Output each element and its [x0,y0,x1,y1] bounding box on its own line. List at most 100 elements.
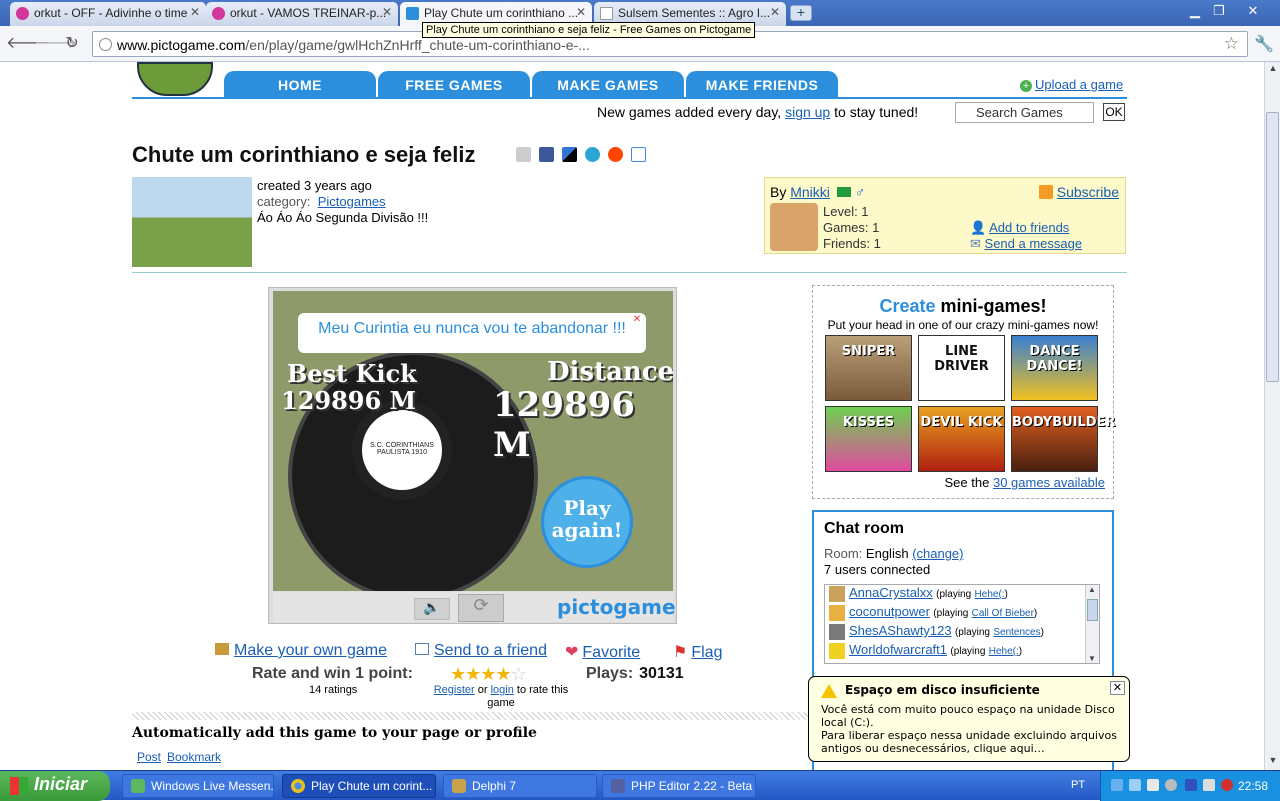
playing-game-link[interactable]: Sentences [993,627,1040,638]
reddit-icon[interactable] [608,147,623,162]
replay-icon[interactable]: ⟳ [458,594,504,622]
playing-game-link[interactable]: Call Of Bieber [972,608,1034,619]
tray-connection-icon[interactable] [1203,779,1215,791]
playing-game-link[interactable]: Hehe(: [975,589,1005,600]
reload-icon[interactable]: ↻ [62,34,82,54]
new-tab-button[interactable]: + [790,5,812,21]
minigame-kisses[interactable]: KISSES [825,406,912,472]
flag-action[interactable]: ⚑ Flag [673,642,722,662]
facebook-icon[interactable] [539,147,554,162]
login-link[interactable]: login [491,684,514,696]
scroll-up-icon[interactable]: ▲ [1267,63,1279,77]
author-avatar[interactable] [770,203,818,251]
post-link[interactable]: Post [137,750,161,764]
send-to-friend-link[interactable]: Send to a friend [434,642,547,659]
register-link[interactable]: Register [434,684,475,696]
close-icon[interactable]: ✕ [1110,681,1125,695]
user-avatar[interactable] [829,623,845,640]
user-link[interactable]: ShesAShawty123 [849,623,952,638]
chat-scroll-thumb[interactable] [1087,599,1098,621]
star-icon[interactable]: ★ [450,664,466,684]
search-ok-button[interactable]: OK [1103,103,1125,121]
close-tab-icon[interactable]: ✕ [576,5,586,19]
forward-icon[interactable]: 🡒 [34,34,77,54]
low-disk-notification[interactable]: Espaço em disco insuficiente ✕ Você está… [808,676,1130,762]
nav-free-games[interactable]: FREE GAMES [378,71,530,98]
scroll-down-icon[interactable]: ▼ [1267,755,1279,769]
star-empty-icon[interactable]: ☆ [511,664,527,684]
favorite-link[interactable]: Favorite [582,644,640,661]
chat-scrollbar[interactable]: ▲ ▼ [1085,585,1099,663]
stumbleupon-icon[interactable] [585,147,600,162]
close-tab-icon[interactable]: ✕ [190,5,200,19]
game-canvas[interactable]: S.C. CORINTHIANS PAULISTA 1910 Meu Curin… [273,291,673,591]
page-scroll-thumb[interactable] [1266,112,1279,382]
close-tab-icon[interactable]: ✕ [770,5,780,19]
make-own-game-link[interactable]: Make your own game [234,642,387,659]
star-icon[interactable]: ★ [495,664,511,684]
user-link[interactable]: Worldofwarcraft1 [849,642,947,657]
game-thumbnail[interactable] [132,177,252,267]
favorite-action[interactable]: ❤ Favorite [565,642,640,662]
close-window-icon[interactable]: ✕ [1242,2,1264,20]
pictogame-mascot-logo[interactable] [137,62,213,96]
user-avatar[interactable] [829,604,845,621]
clock[interactable]: 22:58 [1238,779,1268,793]
tray-app-icon[interactable] [1129,779,1141,791]
close-tab-icon[interactable]: ✕ [382,5,392,19]
language-indicator[interactable]: PT [1071,779,1085,791]
minigame-sniper[interactable]: SNIPER [825,335,912,401]
author-link[interactable]: Mnikki [790,184,830,200]
playing-game-link[interactable]: Hehe(: [989,646,1019,657]
user-link[interactable]: AnnaCrystalxx [849,585,933,600]
restore-icon[interactable]: ❐ [1208,2,1230,20]
minimize-icon[interactable]: ▁ [1184,2,1206,20]
sign-up-link[interactable]: sign up [785,104,830,120]
minigame-devil-kick[interactable]: DEVIL KICK [918,406,1005,472]
tray-monitor-icon[interactable] [1147,779,1159,791]
browser-tab-orkut-2[interactable]: orkut - VAMOS TREINAR-p... ✕ [206,2,398,26]
nav-make-games[interactable]: MAKE GAMES [532,71,684,98]
network-icon[interactable] [1111,779,1123,791]
send-message-link[interactable]: Send a message [985,236,1083,251]
delicious-icon[interactable] [516,147,531,162]
start-button[interactable]: Iniciar [0,771,110,801]
star-rating[interactable]: ★★★★☆ [450,664,527,685]
user-avatar[interactable] [829,585,845,602]
minigame-dance-dance[interactable]: DANCE DANCE! [1011,335,1098,401]
minigame-line-driver[interactable]: LINE DRIVER [918,335,1005,401]
upload-link[interactable]: + Upload a game [1020,77,1123,92]
wrench-icon[interactable]: 🔧 [1254,34,1274,54]
task-delphi[interactable]: Delphi 7 [443,774,597,798]
upload-label[interactable]: Upload a game [1035,77,1123,92]
scroll-down-icon[interactable]: ▼ [1088,654,1096,663]
tray-device-icon[interactable] [1185,779,1197,791]
browser-tab-orkut-1[interactable]: orkut - OFF - Adivinhe o time ✕ [10,2,206,26]
category-link[interactable]: Pictogames [318,194,386,209]
change-room-link[interactable]: (change) [912,546,963,561]
user-link[interactable]: coconutpower [849,604,930,619]
nav-make-friends[interactable]: MAKE FRIENDS [686,71,838,98]
see-games-link[interactable]: 30 games available [993,475,1105,490]
speaker-icon[interactable]: 🔈 [414,598,450,620]
security-shield-icon[interactable] [1221,779,1233,791]
star-icon[interactable]: ★ [480,664,496,684]
play-again-button[interactable]: Play again! [541,476,633,568]
subscribe-label[interactable]: Subscribe [1057,184,1119,200]
close-icon[interactable]: ✕ [632,315,642,325]
bookmark-link[interactable]: Bookmark [167,750,221,764]
notification-action-text[interactable]: Para liberar espaço nessa unidade exclui… [821,729,1126,755]
page-scrollbar[interactable]: ▲ ▼ [1264,62,1280,770]
minigame-bodybuilder[interactable]: BODYBUILDER [1011,406,1116,472]
google-icon[interactable] [631,147,646,162]
star-icon[interactable]: ★ [465,664,481,684]
add-to-friends-link[interactable]: Add to friends [989,220,1069,235]
delicious-share-icon[interactable] [562,147,577,162]
user-avatar[interactable] [829,642,845,659]
pictogame-logo[interactable]: pictogame [557,595,676,619]
back-icon[interactable]: 🡐 [6,34,49,54]
task-chrome[interactable]: Play Chute um corint... [282,774,436,798]
task-php-editor[interactable]: PHP Editor 2.22 - Beta 2 [602,774,756,798]
search-input[interactable]: Search Games [955,102,1094,123]
make-own-game-action[interactable]: Make your own game [215,642,387,660]
